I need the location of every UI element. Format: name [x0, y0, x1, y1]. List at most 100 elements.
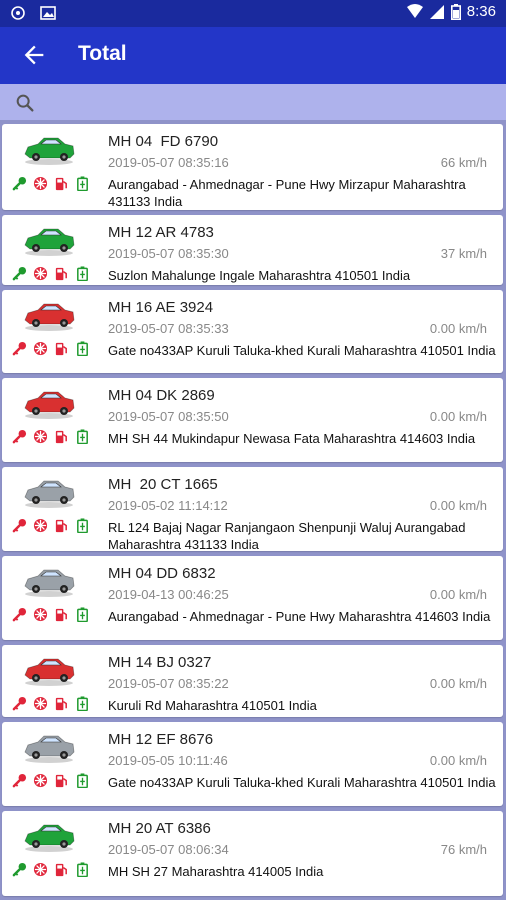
vehicle-address: Suzlon Mahalunge Ingale Maharashtra 4105… — [108, 268, 411, 283]
vehicle-address: RL 124 Bajaj Nagar Ranjangaon Shenpunji … — [108, 520, 466, 552]
battery-icon — [75, 607, 90, 623]
battery-icon — [75, 429, 90, 445]
car-icon — [22, 298, 76, 332]
back-arrow-icon[interactable] — [20, 41, 48, 69]
ignition-key-icon — [12, 266, 27, 281]
car-icon — [22, 386, 76, 420]
vehicle-address: MH SH 27 Maharashtra 414005 India — [108, 864, 324, 879]
vehicle-speed: 37 km/h — [440, 246, 487, 261]
vehicle-speed: 0.00 km/h — [429, 587, 487, 602]
vehicle-card[interactable]: MH 20 CT 1665 2019-05-02 11:14:12 0.00 km/… — [2, 467, 503, 552]
status-icons — [12, 266, 90, 282]
ignition-key-icon — [12, 176, 27, 191]
fuel-icon — [54, 176, 69, 191]
ac-icon — [33, 862, 48, 877]
car-icon — [22, 730, 76, 764]
fuel-icon — [54, 341, 69, 356]
status-icons — [12, 696, 90, 712]
last-update-time: 2019-05-07 08:35:16 — [108, 155, 229, 170]
ac-icon — [33, 773, 48, 788]
last-update-time: 2019-04-13 00:46:25 — [108, 587, 229, 602]
battery-icon — [75, 176, 90, 192]
fuel-icon — [54, 429, 69, 444]
vehicle-plate: MH 04 FD 6790 — [108, 133, 219, 150]
wifi-icon — [406, 3, 423, 18]
vehicle-card[interactable]: MH 04 FD 6790 2019-05-07 08:35:16 66 km/h A… — [2, 124, 503, 210]
vehicle-speed: 0.00 km/h — [429, 676, 487, 691]
vehicle-card[interactable]: MH 20 AT 6386 2019-05-07 08:06:34 76 km/h M… — [2, 811, 503, 896]
car-icon — [22, 653, 76, 687]
fuel-icon — [54, 773, 69, 788]
status-icons — [12, 518, 90, 534]
vehicle-card[interactable]: MH 04 DD 6832 2019-04-13 00:46:25 0.00 km/… — [2, 556, 503, 640]
vehicle-speed: 0.00 km/h — [429, 321, 487, 336]
vehicle-address: MH SH 44 Mukindapur Newasa Fata Maharash… — [108, 431, 476, 446]
ac-icon — [33, 176, 48, 191]
ac-icon — [33, 429, 48, 444]
signal-icon — [429, 4, 444, 19]
ac-icon — [33, 266, 48, 281]
vehicle-plate: MH 04 DD 6832 — [108, 565, 216, 582]
vehicle-card[interactable]: MH 12 AR 4783 2019-05-07 08:35:30 37 km/h S… — [2, 215, 503, 285]
vehicle-plate: MH 04 DK 2869 — [108, 387, 215, 404]
battery-icon — [450, 3, 461, 20]
vehicle-address: Aurangabad - Ahmednagar - Pune Hwy Mirza… — [108, 177, 466, 209]
vehicle-card[interactable]: MH 04 DK 2869 2019-05-07 08:35:50 0.00 km/… — [2, 378, 503, 462]
vehicle-plate: MH 12 AR 4783 — [108, 224, 214, 241]
status-icons — [12, 773, 90, 789]
fuel-icon — [54, 266, 69, 281]
last-update-time: 2019-05-07 08:35:50 — [108, 409, 229, 424]
status-icons — [12, 341, 90, 357]
car-icon — [22, 819, 76, 853]
last-update-time: 2019-05-07 08:35:33 — [108, 321, 229, 336]
status-icons — [12, 429, 90, 445]
vehicle-address: Kuruli Rd Maharashtra 410501 India — [108, 698, 317, 713]
app-bar: Total — [0, 27, 506, 84]
vehicle-card[interactable]: MH 12 EF 8676 2019-05-05 10:11:46 0.00 km/… — [2, 722, 503, 806]
battery-icon — [75, 518, 90, 534]
status-icons — [12, 607, 90, 623]
ignition-key-icon — [12, 518, 27, 533]
car-icon — [22, 475, 76, 509]
fuel-icon — [54, 518, 69, 533]
ignition-key-icon — [12, 341, 27, 356]
car-icon — [22, 132, 76, 166]
ignition-key-icon — [12, 862, 27, 877]
status-bar: 8:36 — [0, 0, 506, 27]
vehicle-speed: 0.00 km/h — [429, 753, 487, 768]
vehicle-speed: 0.00 km/h — [429, 498, 487, 513]
ignition-key-icon — [12, 773, 27, 788]
vehicle-address: Gate no433AP Kuruli Taluka-khed Kurali M… — [108, 343, 496, 358]
last-update-time: 2019-05-07 08:06:34 — [108, 842, 229, 857]
last-update-time: 2019-05-07 08:35:30 — [108, 246, 229, 261]
vehicle-address: Aurangabad - Ahmednagar - Pune Hwy Mahar… — [108, 609, 491, 624]
hotspot-icon — [11, 6, 25, 20]
car-icon — [22, 564, 76, 598]
fuel-icon — [54, 607, 69, 622]
vehicle-plate: MH 20 AT 6386 — [108, 820, 211, 837]
vehicle-plate: MH 12 EF 8676 — [108, 731, 214, 748]
ignition-key-icon — [12, 696, 27, 711]
ac-icon — [33, 341, 48, 356]
battery-icon — [75, 773, 90, 789]
battery-icon — [75, 862, 90, 878]
page-title: Total — [78, 42, 127, 65]
battery-icon — [75, 696, 90, 712]
status-icons — [12, 176, 90, 192]
last-update-time: 2019-05-02 11:14:12 — [108, 498, 228, 513]
search-bar[interactable] — [0, 84, 506, 120]
status-icons — [12, 862, 90, 878]
vehicle-card[interactable]: MH 16 AE 3924 2019-05-07 08:35:33 0.00 km/… — [2, 290, 503, 373]
ac-icon — [33, 518, 48, 533]
ac-icon — [33, 696, 48, 711]
vehicle-card[interactable]: MH 14 BJ 0327 2019-05-07 08:35:22 0.00 km/… — [2, 645, 503, 717]
battery-icon — [75, 341, 90, 357]
image-icon — [40, 6, 56, 20]
fuel-icon — [54, 696, 69, 711]
vehicle-plate: MH 14 BJ 0327 — [108, 654, 212, 671]
vehicle-speed: 66 km/h — [440, 155, 487, 170]
last-update-time: 2019-05-07 08:35:22 — [108, 676, 229, 691]
fuel-icon — [54, 862, 69, 877]
last-update-time: 2019-05-05 10:11:46 — [108, 753, 228, 768]
search-icon[interactable] — [14, 92, 36, 114]
